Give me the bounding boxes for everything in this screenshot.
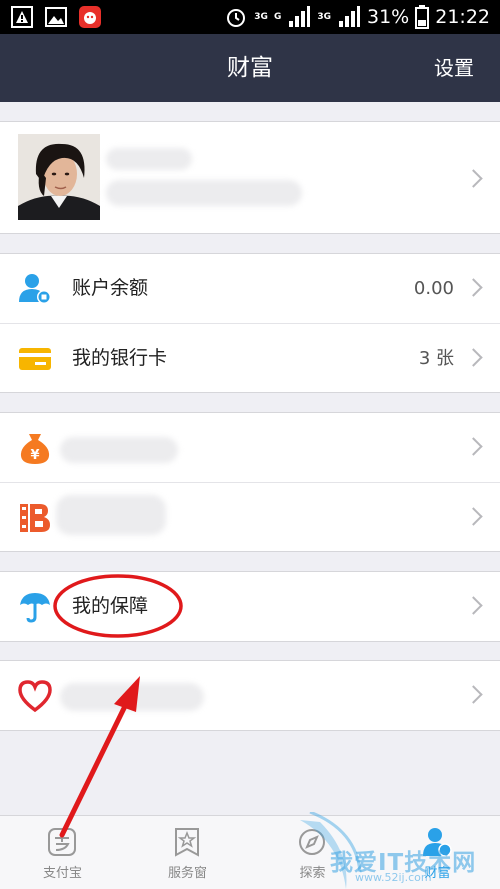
fund-row-2[interactable] [0, 482, 500, 551]
chevron-right-icon [464, 685, 483, 704]
redacted-label [60, 683, 204, 711]
redacted-label [60, 437, 178, 463]
signal-icon [289, 6, 311, 27]
charity-section [0, 660, 500, 731]
app-notification-icon [79, 6, 101, 28]
heart-icon [18, 680, 52, 713]
insurance-label: 我的保障 [72, 595, 149, 617]
signal-icon-2 [339, 6, 360, 27]
clock: 21:22 [435, 6, 490, 28]
chevron-right-icon [464, 278, 483, 297]
gallery-icon [45, 7, 67, 27]
network-type-1: 3G [254, 11, 268, 22]
profile-card[interactable] [0, 121, 500, 234]
chevron-right-icon [464, 507, 483, 526]
bank-card-row[interactable]: 我的银行卡 3 张 [0, 323, 500, 392]
alipay-icon [48, 828, 76, 856]
bank-card-label: 我的银行卡 [72, 347, 168, 369]
insurance-row[interactable]: 我的保障 [0, 572, 500, 641]
redacted-account [106, 180, 302, 206]
alarm-icon [227, 9, 246, 27]
bank-card-count: 3 张 [418, 348, 454, 369]
battery-icon [415, 5, 430, 29]
settings-button[interactable]: 设置 [434, 34, 474, 102]
tab-service-window[interactable]: 服务窗 [125, 816, 250, 889]
umbrella-icon [20, 593, 50, 623]
insurance-section: 我的保障 [0, 571, 500, 642]
page-title: 财富 [227, 55, 273, 81]
watermark-url: www.52ij.com [355, 871, 432, 884]
warning-icon [11, 6, 33, 28]
bank-card-icon [19, 348, 51, 370]
tab-alipay[interactable]: 支付宝 [0, 816, 125, 889]
b-logo-icon [20, 504, 50, 532]
chevron-right-icon [464, 596, 483, 615]
yuebao-row[interactable]: ¥ [0, 413, 500, 482]
user-balance-icon [19, 274, 51, 304]
balance-label: 账户余额 [72, 277, 149, 299]
avatar [18, 134, 100, 220]
star-window-icon [175, 828, 199, 857]
chevron-right-icon [464, 437, 483, 456]
network-type-3: 3G [317, 11, 331, 22]
balance-value: 0.00 [413, 278, 454, 299]
charity-row[interactable] [0, 661, 500, 730]
svg-text:¥: ¥ [30, 448, 39, 463]
battery-percent: 31% [367, 6, 410, 28]
tab-alipay-label: 支付宝 [42, 866, 82, 881]
money-bag-icon: ¥ [20, 434, 50, 464]
chevron-right-icon [464, 348, 483, 367]
tab-service-label: 服务窗 [167, 866, 207, 881]
navigation-bar: 财富 设置 [0, 34, 500, 102]
chevron-right-icon [464, 169, 483, 188]
network-type-2: G [273, 11, 282, 22]
redacted-label [56, 495, 166, 535]
redacted-name [106, 148, 192, 170]
funds-section: ¥ [0, 412, 500, 552]
status-bar: 3G G 3G 31% 21:22 [0, 0, 500, 34]
account-section: 账户余额 0.00 我的银行卡 3 张 [0, 253, 500, 393]
balance-row[interactable]: 账户余额 0.00 [0, 254, 500, 323]
